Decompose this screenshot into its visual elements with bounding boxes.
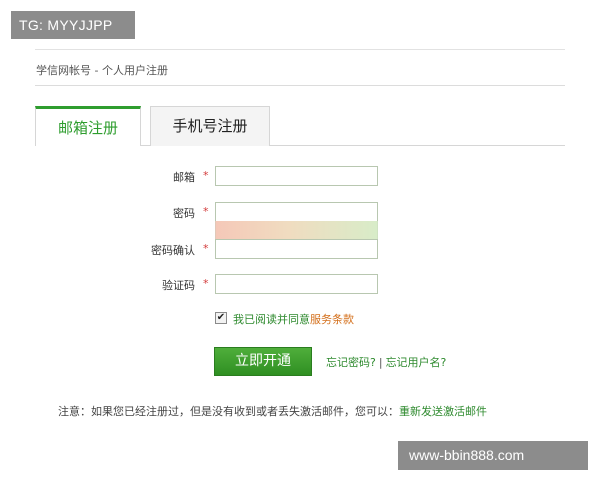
email-label: 邮箱	[173, 171, 195, 184]
captcha-input[interactable]	[215, 274, 378, 294]
tab-phone-register[interactable]: 手机号注册	[150, 106, 270, 146]
confirm-row: 密码确认 *	[0, 239, 600, 261]
confirm-label: 密码确认	[151, 244, 195, 257]
watermark-top: TG: MYYJJPP	[11, 11, 135, 39]
captcha-label: 验证码	[162, 279, 195, 292]
page-title: 学信网帐号 - 个人用户注册	[36, 64, 168, 77]
agreement-text: 我已阅读并同意服务条款	[233, 311, 354, 327]
required-mark: *	[203, 242, 209, 255]
email-input[interactable]	[215, 166, 378, 186]
watermark-bottom: www-bbin888.com	[398, 441, 588, 470]
title-divider	[35, 85, 565, 86]
password-input[interactable]	[215, 202, 378, 222]
required-mark: *	[203, 205, 209, 218]
activation-notice: 注意：如果您已经注册过，但是没有收到或者丢失激活邮件，您可以：重新发送激活邮件	[58, 403, 487, 419]
required-mark: *	[203, 277, 209, 290]
submit-button[interactable]: 立即开通	[214, 347, 312, 376]
email-row: 邮箱 *	[0, 166, 600, 188]
tab-email-register[interactable]: 邮箱注册	[35, 106, 141, 146]
captcha-row: 验证码 *	[0, 274, 600, 296]
password-label: 密码	[173, 207, 195, 220]
forgot-password-link[interactable]: 忘记密码?	[326, 356, 376, 369]
password-strength-bar	[215, 221, 378, 239]
account-help-links: 忘记密码? | 忘记用户名?	[326, 354, 446, 370]
agreement-checkbox[interactable]: ✔	[215, 312, 227, 324]
forgot-username-link[interactable]: 忘记用户名?	[386, 356, 447, 369]
notice-text: 注意：如果您已经注册过，但是没有收到或者丢失激活邮件，您可以：	[58, 405, 399, 418]
required-mark: *	[203, 169, 209, 182]
confirm-password-input[interactable]	[215, 239, 378, 259]
link-separator: |	[378, 356, 383, 369]
terms-link[interactable]: 服务条款	[310, 313, 354, 326]
top-divider	[35, 49, 565, 50]
agreement-label: 我已阅读并同意	[233, 313, 310, 326]
resend-activation-link[interactable]: 重新发送激活邮件	[399, 405, 487, 418]
